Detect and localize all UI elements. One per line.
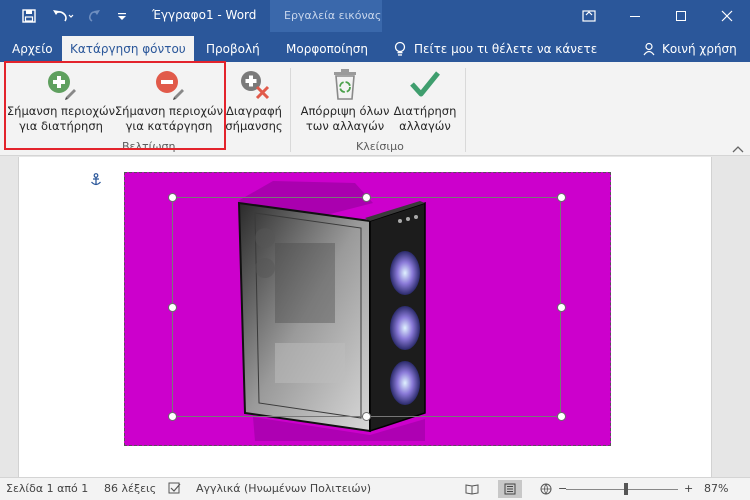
tab-view[interactable]: Προβολή [198, 36, 268, 62]
zoom-slider[interactable] [566, 489, 678, 490]
resize-handle-bottom-right[interactable] [557, 412, 566, 421]
zoom-in-button[interactable]: + [684, 482, 693, 495]
ribbon-display-options-button[interactable] [566, 0, 612, 32]
collapse-ribbon-button[interactable] [732, 142, 744, 156]
recycle-bin-icon [327, 66, 363, 102]
close-icon [721, 10, 733, 22]
word-count[interactable]: 86 λέξεις [104, 482, 156, 495]
print-layout-icon [504, 483, 516, 495]
status-bar: Σελίδα 1 από 1 86 λέξεις Αγγλικά (Ηνωμέν… [0, 477, 750, 500]
title-bar: Έγγραφο1 - Word Εργαλεία εικόνας [0, 0, 750, 32]
redo-icon [88, 10, 100, 22]
delete-mark-label-2: σήμανσης [225, 119, 283, 133]
undo-icon [53, 10, 74, 22]
discard-label-1: Απόρριψη όλων [300, 104, 390, 118]
keep-label-2: αλλαγών [399, 119, 451, 133]
read-mode-button[interactable] [460, 480, 484, 498]
share-label: Κοινή χρήση [662, 42, 737, 56]
zoom-level[interactable]: 87% [704, 482, 728, 495]
resize-handle-top-left[interactable] [168, 193, 177, 202]
highlight-annotation [4, 61, 226, 150]
lightbulb-icon [394, 41, 406, 56]
checkmark-icon [407, 66, 443, 102]
resize-handle-bottom[interactable] [362, 412, 371, 421]
language[interactable]: Αγγλικά (Ηνωμένων Πολιτειών) [196, 482, 371, 495]
resize-handle-bottom-left[interactable] [168, 412, 177, 421]
customize-qat-button[interactable] [114, 6, 130, 26]
resize-handle-top[interactable] [362, 193, 371, 202]
page-count[interactable]: Σελίδα 1 από 1 [6, 482, 88, 495]
share-button[interactable]: Κοινή χρήση [643, 36, 737, 62]
keep-changes-button[interactable]: Διατήρηση αλλαγών [392, 66, 458, 134]
proofing-icon[interactable] [168, 482, 182, 497]
keep-area-selection[interactable] [172, 197, 561, 417]
tab-format[interactable]: Μορφοποίηση [278, 36, 376, 62]
discard-label-2: των αλλαγών [305, 119, 385, 133]
person-icon [643, 42, 655, 56]
tell-me-search[interactable]: Πείτε μου τι θέλετε να κάνετε [394, 36, 597, 62]
redo-button[interactable] [84, 6, 104, 26]
undo-button[interactable] [50, 6, 76, 26]
tab-file[interactable]: Αρχείο [4, 36, 61, 62]
dropdown-icon [118, 13, 126, 20]
resize-handle-left[interactable] [168, 303, 177, 312]
delete-mark-icon [236, 66, 272, 102]
keep-label-1: Διατήρηση [393, 104, 457, 118]
maximize-icon [676, 11, 686, 21]
minimize-button[interactable] [612, 0, 658, 32]
ribbon-options-icon [582, 10, 596, 22]
web-layout-icon [540, 483, 552, 495]
anchor-icon[interactable] [90, 173, 102, 190]
resize-handle-right[interactable] [557, 303, 566, 312]
resize-handle-top-right[interactable] [557, 193, 566, 202]
read-mode-icon [465, 484, 479, 495]
save-icon [22, 9, 36, 23]
picture-tools-context-title: Εργαλεία εικόνας [270, 0, 382, 32]
discard-all-changes-button[interactable]: Απόρριψη όλων των αλλαγών [298, 66, 392, 134]
maximize-button[interactable] [658, 0, 704, 32]
group-separator [290, 68, 291, 152]
document-title: Έγγραφο1 - Word [152, 8, 257, 22]
print-layout-button[interactable] [498, 480, 522, 498]
minimize-icon [630, 16, 640, 17]
close-button[interactable] [704, 0, 750, 32]
save-button[interactable] [18, 6, 40, 26]
zoom-slider-thumb[interactable] [624, 483, 628, 495]
chevron-up-icon [732, 146, 744, 153]
close-group-label: Κλείσιμο [356, 140, 404, 153]
delete-mark-label-1: Διαγραφή [226, 104, 282, 118]
ribbon-tabs: Αρχείο Κατάργηση φόντου Προβολή Μορφοποί… [0, 32, 750, 62]
tell-me-label: Πείτε μου τι θέλετε να κάνετε [414, 42, 598, 56]
group-separator [465, 68, 466, 152]
tab-background-removal[interactable]: Κατάργηση φόντου [62, 36, 194, 62]
delete-mark-button[interactable]: Διαγραφή σήμανσης [225, 66, 283, 134]
web-layout-button[interactable] [534, 480, 558, 498]
